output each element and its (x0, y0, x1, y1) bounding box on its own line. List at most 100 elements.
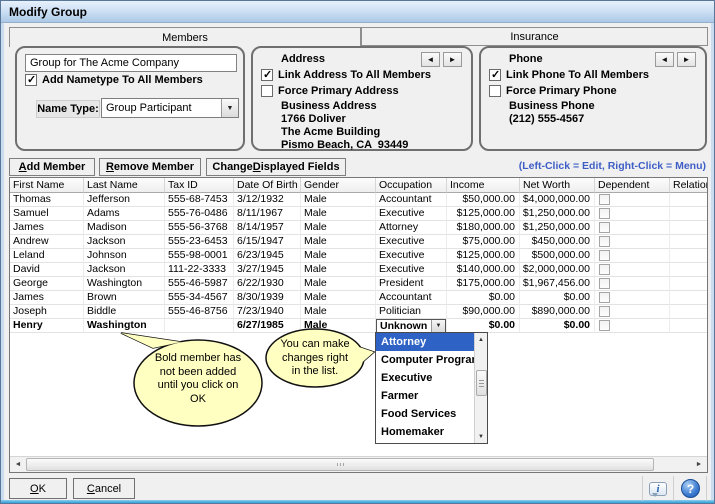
table-row[interactable]: Henry Washington 6/27/1985 Male Unknown ▼ $0.0… (10, 319, 707, 333)
grid-cell-networth[interactable]: $500,000.00 (520, 249, 595, 263)
grid-cell-dob[interactable]: 3/27/1945 (234, 263, 301, 277)
add-nametype-checkbox[interactable] (25, 73, 37, 86)
occupation-dropdown-list[interactable]: AttorneyComputer ProgrammerExecutiveFarm… (375, 332, 488, 444)
grid-cell-relation[interactable] (670, 221, 707, 235)
grid-cell-income[interactable]: $180,000.00 (447, 221, 520, 235)
grid-cell-last[interactable]: Adams (84, 207, 165, 221)
grid-cell-occupation[interactable]: Executive (376, 207, 447, 221)
dependent-checkbox[interactable] (599, 208, 610, 219)
grid-cell-tax[interactable]: 555-34-4567 (165, 291, 234, 305)
grid-cell-dob[interactable]: 6/27/1985 (234, 319, 301, 333)
grid-cell-relation[interactable] (670, 249, 707, 263)
scroll-up-button[interactable]: ▲ (475, 333, 487, 346)
grid-cell-last[interactable]: Jackson (84, 235, 165, 249)
grid-cell-relation[interactable] (670, 291, 707, 305)
grid-cell-last[interactable]: Washington (84, 277, 165, 291)
grid-cell-dob[interactable]: 8/11/1967 (234, 207, 301, 221)
dropdown-option[interactable]: Farmer (376, 387, 474, 405)
tab-insurance[interactable]: Insurance (361, 27, 708, 46)
scrollbar-thumb[interactable] (26, 458, 654, 471)
column-header[interactable]: First Name (10, 178, 84, 193)
table-row[interactable]: Andrew Jackson 555-23-6453 6/15/1947 Male Exe… (10, 235, 707, 249)
horizontal-scrollbar[interactable]: ◄ ► (10, 456, 707, 472)
dependent-checkbox[interactable] (599, 264, 610, 275)
name-type-combobox[interactable]: Group Participant ▼ (101, 98, 239, 118)
column-header[interactable]: Last Name (84, 178, 165, 193)
grid-cell-first[interactable]: Joseph (10, 305, 84, 319)
grid-cell-last[interactable]: Jefferson (84, 193, 165, 207)
grid-cell-income[interactable]: $0.00 (447, 319, 520, 333)
dropdown-option[interactable]: Executive (376, 369, 474, 387)
grid-cell-tax[interactable] (165, 319, 234, 333)
table-row[interactable]: Thomas Jefferson 555-68-7453 3/12/1932 Male A… (10, 193, 707, 207)
grid-cell-tax[interactable]: 555-56-3768 (165, 221, 234, 235)
grid-cell-income[interactable]: $140,000.00 (447, 263, 520, 277)
grid-cell-gender[interactable]: Male (301, 277, 376, 291)
dropdown-scrollbar-thumb[interactable] (475, 370, 487, 396)
grid-cell-occupation[interactable]: Executive (376, 249, 447, 263)
grid-cell-dependent[interactable] (595, 221, 670, 235)
link-phone-checkbox[interactable] (489, 68, 501, 81)
address-next-button[interactable]: ► (443, 52, 462, 67)
grid-cell-dob[interactable]: 8/30/1939 (234, 291, 301, 305)
grid-cell-last[interactable]: Washington (84, 319, 165, 333)
dependent-checkbox[interactable] (599, 306, 610, 317)
grid-cell-first[interactable]: Samuel (10, 207, 84, 221)
cancel-button[interactable]: Cancel (73, 478, 135, 499)
dependent-checkbox[interactable] (599, 222, 610, 233)
grid-cell-occupation[interactable]: Executive (376, 263, 447, 277)
grid-cell-dependent[interactable] (595, 235, 670, 249)
grid-cell-gender[interactable]: Male (301, 263, 376, 277)
column-header[interactable]: Dependent (595, 178, 670, 193)
grid-cell-networth[interactable]: $4,000,000.00 (520, 193, 595, 207)
grid-cell-networth[interactable]: $1,250,000.00 (520, 221, 595, 235)
grid-cell-last[interactable]: Johnson (84, 249, 165, 263)
table-row[interactable]: James Madison 555-56-3768 8/14/1957 Male Atto… (10, 221, 707, 235)
scroll-right-button[interactable]: ► (691, 457, 707, 472)
scroll-down-button[interactable]: ▼ (475, 430, 487, 443)
grid-cell-gender[interactable]: Male (301, 193, 376, 207)
grid-cell-income[interactable]: $50,000.00 (447, 193, 520, 207)
remove-member-button[interactable]: Remove Member (99, 158, 201, 176)
grid-cell-relation[interactable] (670, 277, 707, 291)
grid-cell-tax[interactable]: 555-46-8756 (165, 305, 234, 319)
grid-cell-dependent[interactable] (595, 319, 670, 333)
force-address-checkbox[interactable] (261, 85, 273, 97)
grid-cell-last[interactable]: Madison (84, 221, 165, 235)
grid-cell-last[interactable]: Biddle (84, 305, 165, 319)
grid-cell-dependent[interactable] (595, 291, 670, 305)
column-header[interactable]: Gender (301, 178, 376, 193)
table-row[interactable]: David Jackson 111-22-3333 3/27/1945 Male Exec… (10, 263, 707, 277)
grid-cell-tax[interactable]: 111-22-3333 (165, 263, 234, 277)
grid-cell-relation[interactable] (670, 207, 707, 221)
grid-cell-gender[interactable]: Male (301, 249, 376, 263)
grid-cell-tax[interactable]: 555-23-6453 (165, 235, 234, 249)
table-row[interactable]: Samuel Adams 555-76-0486 8/11/1967 Male Execu… (10, 207, 707, 221)
help-button[interactable]: ? (675, 476, 707, 501)
grid-cell-tax[interactable]: 555-98-0001 (165, 249, 234, 263)
dropdown-scrollbar[interactable]: ▲ ▼ (474, 333, 487, 443)
grid-cell-dob[interactable]: 6/15/1947 (234, 235, 301, 249)
address-prev-button[interactable]: ◄ (421, 52, 440, 67)
grid-cell-occupation[interactable]: President (376, 277, 447, 291)
grid-cell-relation[interactable] (670, 305, 707, 319)
add-member-button[interactable]: Add Member (9, 158, 95, 176)
chevron-down-icon[interactable]: ▼ (221, 99, 238, 117)
link-address-checkbox[interactable] (261, 68, 273, 81)
grid-cell-last[interactable]: Brown (84, 291, 165, 305)
grid-cell-first[interactable]: Thomas (10, 193, 84, 207)
grid-cell-dob[interactable]: 7/23/1940 (234, 305, 301, 319)
grid-cell-occupation[interactable]: Accountant (376, 291, 447, 305)
dependent-checkbox[interactable] (599, 236, 610, 247)
dependent-checkbox[interactable] (599, 250, 610, 261)
grid-cell-relation[interactable] (670, 263, 707, 277)
grid-cell-first[interactable]: James (10, 221, 84, 235)
occupation-combobox[interactable]: Unknown ▼ (376, 319, 446, 332)
grid-cell-income[interactable]: $125,000.00 (447, 249, 520, 263)
chevron-down-icon[interactable]: ▼ (431, 320, 445, 332)
grid-cell-dob[interactable]: 6/22/1930 (234, 277, 301, 291)
grid-cell-income[interactable]: $125,000.00 (447, 207, 520, 221)
grid-cell-income[interactable]: $0.00 (447, 291, 520, 305)
grid-cell-income[interactable]: $75,000.00 (447, 235, 520, 249)
group-name-input[interactable]: Group for The Acme Company (25, 54, 237, 72)
